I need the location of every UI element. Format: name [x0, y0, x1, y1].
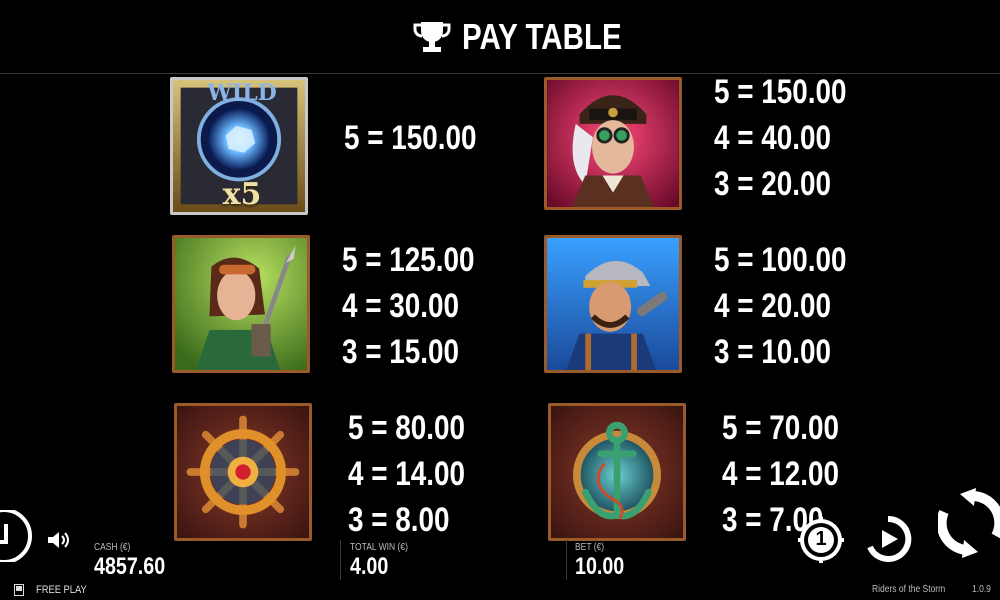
payout-line: 3 = 8.00 — [348, 501, 450, 539]
version-label: 1.0.9 — [971, 584, 991, 595]
back-icon[interactable] — [0, 510, 36, 562]
payout-line: 5 = 70.00 — [722, 409, 840, 447]
payout-line: 5 = 150.00 — [714, 75, 847, 111]
footer-right: Riders of the Storm 1.0.9 — [872, 584, 994, 595]
coin-value-button[interactable]: 1 — [798, 517, 844, 563]
mechanic-man-payouts: 5 = 100.00 4 = 20.00 3 = 10.00 — [714, 237, 876, 375]
spin-icon[interactable] — [938, 488, 1000, 558]
spear-woman-symbol — [172, 235, 310, 373]
payout-line: 5 = 100.00 — [714, 241, 847, 279]
wild-label: WILD — [207, 80, 277, 106]
payout-line: 5 = 125.00 — [342, 241, 475, 279]
cash-value: 4857.60 — [94, 553, 166, 580]
sound-icon[interactable] — [46, 530, 72, 550]
mechanic-man-symbol — [544, 235, 682, 373]
aviator-woman-payouts: 5 = 150.00 4 = 40.00 3 = 20.00 — [714, 75, 876, 207]
bet-value: 10.00 — [575, 553, 625, 580]
ship-wheel-payouts: 5 = 80.00 4 = 14.00 3 = 8.00 — [348, 405, 491, 543]
wild-symbol: WILD x5 — [170, 77, 308, 215]
payout-line: 3 = 10.00 — [714, 333, 832, 371]
spear-woman-payouts: 5 = 125.00 4 = 30.00 3 = 15.00 — [342, 237, 504, 375]
anchor-symbol — [548, 403, 686, 541]
trophy-icon — [413, 22, 451, 52]
payout-line: 5 = 80.00 — [348, 409, 466, 447]
payout-line: 4 = 30.00 — [342, 287, 460, 325]
footer-left: FREE PLAY — [14, 584, 96, 596]
play-mode-label: FREE PLAY — [36, 584, 87, 596]
multiplier-label: x5 — [222, 177, 262, 212]
meter-divider — [340, 540, 341, 580]
payout-line: 3 = 20.00 — [714, 165, 832, 203]
payout-line: 5 = 150.00 — [344, 119, 477, 157]
aviator-woman-symbol — [544, 77, 682, 210]
payout-line: 4 = 12.00 — [722, 455, 840, 493]
page-title: PAY TABLE — [462, 16, 622, 57]
bet-label: BET (€) — [575, 542, 605, 553]
payout-line: 4 = 14.00 — [348, 455, 466, 493]
pay-table-header: PAY TABLE — [0, 0, 1000, 74]
coin-value-label: 1 — [815, 528, 827, 550]
game-name: Riders of the Storm — [871, 584, 945, 595]
payout-line: 3 = 15.00 — [342, 333, 460, 371]
payout-line: 4 = 40.00 — [714, 119, 832, 157]
bet-meter: BET (€) 10.00 — [575, 542, 635, 581]
ship-wheel-symbol — [174, 403, 312, 541]
total-win-label: TOTAL WIN (€) — [350, 542, 408, 553]
pay-table-content: WILD x5 5 = 150.00 5 = 150.00 4 = 40.00 … — [0, 75, 1000, 545]
total-win-value: 4.00 — [350, 553, 389, 580]
meter-divider — [566, 540, 567, 580]
autoplay-icon[interactable] — [864, 515, 912, 563]
bottom-bar: CASH (€) 4857.60 TOTAL WIN (€) 4.00 BET … — [0, 540, 1000, 600]
total-win-meter: TOTAL WIN (€) 4.00 — [350, 542, 418, 581]
mobile-icon[interactable] — [14, 584, 24, 596]
cash-label: CASH (€) — [94, 542, 131, 553]
cash-meter: CASH (€) 4857.60 — [94, 542, 181, 581]
payout-line: 4 = 20.00 — [714, 287, 832, 325]
wild-payouts: 5 = 150.00 — [344, 115, 506, 161]
